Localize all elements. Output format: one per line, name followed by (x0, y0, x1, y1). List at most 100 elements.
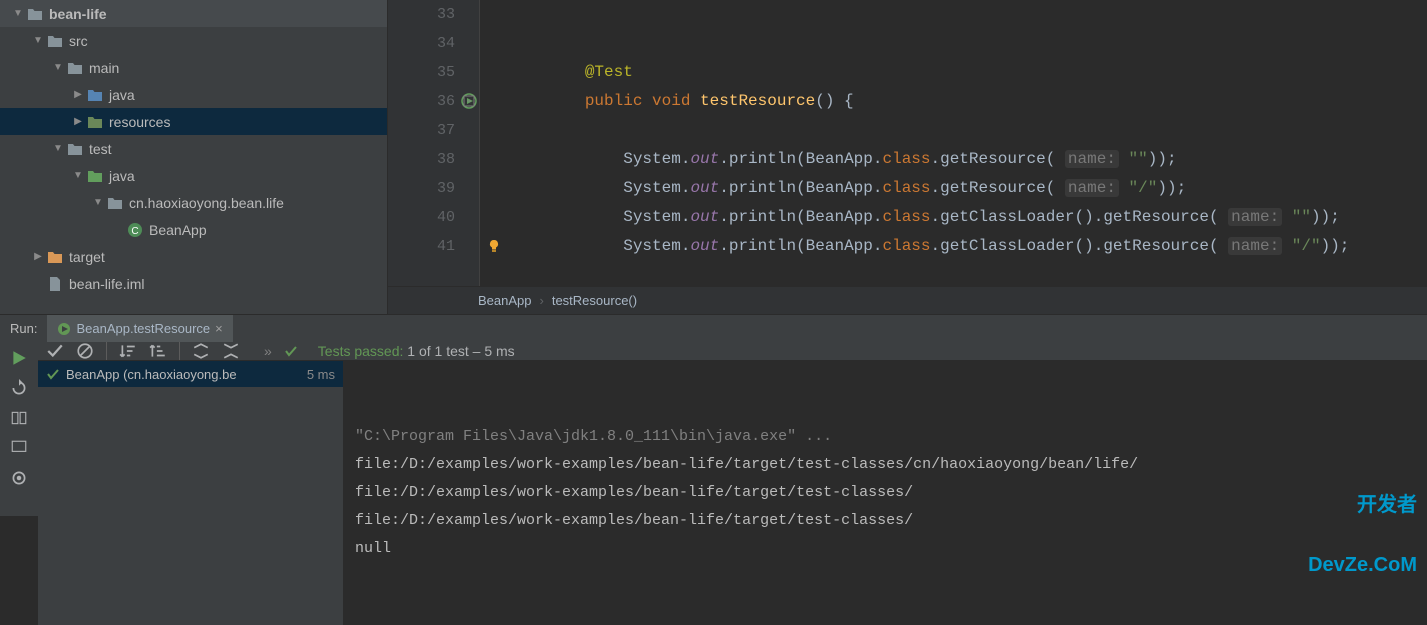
console-line: null (355, 535, 1415, 563)
gutter-line[interactable]: 38 (388, 145, 479, 174)
toggle-icon[interactable] (10, 409, 28, 427)
chevron-icon[interactable]: ▼ (50, 143, 66, 154)
gutter-line[interactable]: 41 (388, 232, 479, 261)
tests-summary: Tests passed: 1 of 1 test – 5 ms (318, 343, 515, 359)
run-tab-label: BeanApp.testResource (76, 321, 210, 336)
code-line[interactable]: System.out.println(BeanApp.class.getClas… (508, 203, 1427, 232)
tree-item-target[interactable]: ▶ target (0, 243, 387, 270)
close-icon[interactable]: × (215, 321, 223, 336)
sort-up-icon[interactable] (149, 342, 167, 360)
tree-label: test (89, 141, 112, 157)
intention-bulb-icon[interactable] (487, 239, 501, 253)
settings-icon[interactable] (10, 469, 28, 487)
code-line[interactable]: System.out.println(BeanApp.class.getReso… (508, 174, 1427, 203)
folder-icon (46, 276, 64, 292)
code-line[interactable] (508, 116, 1427, 145)
breadcrumb[interactable]: BeanApp › testResource() (388, 286, 1427, 314)
folder-icon (86, 88, 104, 102)
watermark: 开发者 DevZe.CoM (1308, 455, 1417, 615)
console-line: file:/D:/examples/work-examples/bean-lif… (355, 479, 1415, 507)
chevron-icon[interactable]: ▼ (90, 197, 106, 208)
folder-icon (86, 169, 104, 183)
tree-label: target (69, 249, 105, 265)
chevron-icon[interactable]: ▶ (70, 89, 86, 100)
tree-item-src[interactable]: ▼ src (0, 27, 387, 54)
gutter-line[interactable]: 36 (388, 87, 479, 116)
sort-down-icon[interactable] (119, 342, 137, 360)
gutter-line[interactable]: 33 (388, 0, 479, 29)
gutter-line[interactable]: 34 (388, 29, 479, 58)
breadcrumb-class[interactable]: BeanApp (478, 293, 532, 308)
tree-label: resources (109, 114, 170, 130)
test-time: 5 ms (307, 367, 335, 382)
svg-text:C: C (131, 226, 138, 237)
console-output[interactable]: "C:\Program Files\Java\jdk1.8.0_111\bin\… (343, 361, 1427, 625)
breadcrumb-method[interactable]: testResource() (552, 293, 637, 308)
editor-area: 333435363738394041 @Test public void tes… (388, 0, 1427, 314)
gutter-line[interactable]: 39 (388, 174, 479, 203)
console-line: "C:\Program Files\Java\jdk1.8.0_111\bin\… (355, 423, 1415, 451)
code-line[interactable]: System.out.println(BeanApp.class.getReso… (508, 145, 1427, 174)
rerun-icon[interactable] (10, 379, 28, 397)
code-line[interactable]: public void testResource() { (508, 87, 1427, 116)
editor-gutter[interactable]: 333435363738394041 (388, 0, 480, 286)
test-row[interactable]: BeanApp (cn.haoxiaoyong.be 5 ms (38, 361, 343, 387)
chevron-icon[interactable]: ▶ (70, 116, 86, 127)
run-left-toolbar (0, 342, 38, 516)
tree-label: java (109, 168, 135, 184)
chevron-right-icon: › (540, 293, 544, 308)
run-icon[interactable] (10, 349, 28, 367)
folder-icon (86, 115, 104, 129)
collapse-icon[interactable] (222, 342, 240, 360)
tree-item-java[interactable]: ▶ java (0, 81, 387, 108)
console-line: file:/D:/examples/work-examples/bean-lif… (355, 451, 1415, 479)
expand-icon[interactable] (192, 342, 210, 360)
pin-icon[interactable] (10, 439, 28, 457)
gutter-line[interactable]: 37 (388, 116, 479, 145)
tree-label: java (109, 87, 135, 103)
run-panel: » Tests passed: 1 of 1 test – 5 ms BeanA… (0, 342, 1427, 516)
tree-label: BeanApp (149, 222, 207, 238)
check-icon[interactable] (46, 342, 64, 360)
tree-item-java[interactable]: ▼ java (0, 162, 387, 189)
console-line: file:/D:/examples/work-examples/bean-lif… (355, 507, 1415, 535)
run-label: Run: (0, 321, 47, 336)
folder-icon (26, 7, 44, 21)
project-tree[interactable]: ▼bean-life▼src▼main▶java▶resources▼test▼… (0, 0, 388, 314)
tree-item-bean-life-iml[interactable]: bean-life.iml (0, 270, 387, 297)
code-line[interactable] (508, 0, 1427, 29)
chevron-icon[interactable]: ▼ (50, 62, 66, 73)
chevron-icon[interactable]: ▼ (10, 8, 26, 19)
folder-icon (46, 34, 64, 48)
run-tool-header: Run: BeanApp.testResource × (0, 314, 1427, 342)
folder-icon (106, 196, 124, 210)
test-tree[interactable]: BeanApp (cn.haoxiaoyong.be 5 ms (38, 361, 343, 625)
code-line[interactable]: System.out.println(BeanApp.class.getClas… (508, 232, 1427, 261)
folder-icon (46, 250, 64, 264)
gutter-line[interactable]: 35 (388, 58, 479, 87)
chevron-icon[interactable]: ▼ (30, 35, 46, 46)
tree-label: cn.haoxiaoyong.bean.life (129, 195, 284, 211)
tree-item-resources[interactable]: ▶ resources (0, 108, 387, 135)
tree-item-cn-haoxiaoyong-bean-life[interactable]: ▼ cn.haoxiaoyong.bean.life (0, 189, 387, 216)
tree-label: main (89, 60, 119, 76)
gutter-line[interactable]: 40 (388, 203, 479, 232)
run-tab[interactable]: BeanApp.testResource × (47, 315, 232, 342)
folder-icon: C (126, 222, 144, 238)
tree-item-bean-life[interactable]: ▼bean-life (0, 0, 387, 27)
code-editor[interactable]: @Test public void testResource() { Syste… (480, 0, 1427, 286)
code-line[interactable]: @Test (508, 58, 1427, 87)
tree-item-main[interactable]: ▼ main (0, 54, 387, 81)
chevron-icon[interactable]: ▼ (70, 170, 86, 181)
chevron-icon[interactable]: ▶ (30, 251, 46, 262)
folder-icon (66, 61, 84, 75)
test-name: BeanApp (cn.haoxiaoyong.be (66, 367, 237, 382)
code-line[interactable] (508, 29, 1427, 58)
folder-icon (66, 142, 84, 156)
tree-label: bean-life.iml (69, 276, 144, 292)
tree-item-beanapp[interactable]: C BeanApp (0, 216, 387, 243)
tree-item-test[interactable]: ▼ test (0, 135, 387, 162)
ignore-icon[interactable] (76, 342, 94, 360)
tree-label: src (69, 33, 88, 49)
run-top-toolbar: » Tests passed: 1 of 1 test – 5 ms (38, 342, 1427, 361)
